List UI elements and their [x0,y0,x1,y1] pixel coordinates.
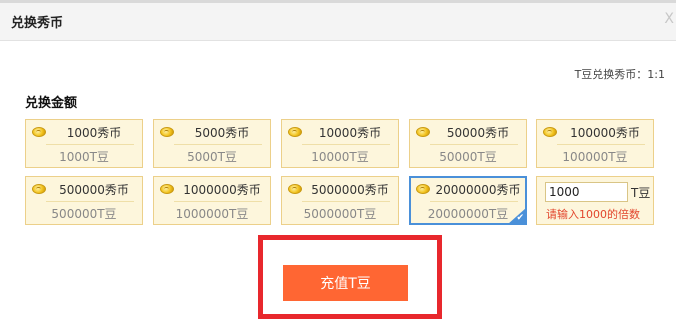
xiubi-row: 10000秀币 [282,121,398,142]
coin-icon [160,184,174,194]
option-tile[interactable]: 100000秀币 100000T豆 [536,119,654,168]
option-tile[interactable]: 50000秀币 50000T豆 [409,119,527,168]
coin-icon [160,127,174,137]
option-tile[interactable]: 5000000秀币 5000000T豆 [281,176,399,225]
xiubi-row: 5000秀币 [154,121,270,142]
custom-amount-hint: 请输入1000的倍数 [546,208,640,221]
coin-icon [32,127,46,137]
xiubi-row: 1000秀币 [26,121,142,142]
coin-icon [32,184,46,194]
option-tile[interactable]: 1000000秀币 1000000T豆 [153,176,271,225]
coin-icon [543,127,557,137]
xiubi-amount: 100000秀币 [570,126,640,140]
xiubi-amount: 500000秀币 [59,183,129,197]
tile-divider [174,144,262,145]
option-tile-selected[interactable]: 20000000秀币 20000000T豆 ✔ [409,176,527,225]
tdou-amount: 10000T豆 [311,150,369,164]
custom-amount-box: T豆 请输入1000的倍数 [536,176,654,225]
tdou-amount: 5000T豆 [187,150,237,164]
xiubi-row: 5000000秀币 [282,178,398,199]
tdou-amount: 1000T豆 [59,150,109,164]
xiubi-row: 20000000秀币 [410,178,526,199]
option-tile[interactable]: 500000秀币 500000T豆 [25,176,143,225]
tile-divider [302,201,390,202]
xiubi-amount: 1000000秀币 [183,183,261,197]
custom-amount-input[interactable] [545,182,628,202]
tile-divider [557,144,645,145]
tdou-amount: 100000T豆 [562,150,628,164]
tdou-amount: 50000T豆 [439,150,497,164]
tdou-amount: 1000000T豆 [175,207,249,221]
coin-icon [288,184,302,194]
xiubi-amount: 50000秀币 [446,126,510,140]
check-icon: ✔ [508,208,526,224]
custom-amount-unit: T豆 [631,186,651,200]
tile-divider [430,144,518,145]
xiubi-row: 100000秀币 [537,121,653,142]
xiubi-amount: 5000秀币 [194,126,250,140]
tile-divider [430,201,518,202]
exchange-ratio: T豆兑换秀币：1:1 [574,68,665,81]
xiubi-row: 1000000秀币 [154,178,270,199]
dialog-title: 兑换秀币 [11,16,64,31]
option-tile[interactable]: 10000秀币 10000T豆 [281,119,399,168]
xiubi-amount: 5000000秀币 [311,183,389,197]
xiubi-amount: 20000000秀币 [435,183,521,197]
coin-icon [416,127,430,137]
tdou-amount: 500000T豆 [51,207,117,221]
tile-divider [46,144,134,145]
close-icon[interactable]: X [664,11,674,27]
dialog-header: 兑换秀币 X [0,3,676,41]
option-tile[interactable]: 5000秀币 5000T豆 [153,119,271,168]
xiubi-amount: 1000秀币 [66,126,122,140]
tile-divider [174,201,262,202]
xiubi-row: 50000秀币 [410,121,526,142]
xiubi-amount: 10000秀币 [318,126,382,140]
option-tile[interactable]: 1000秀币 1000T豆 [25,119,143,168]
recharge-button[interactable]: 充值T豆 [283,265,408,301]
tdou-amount: 5000000T豆 [303,207,377,221]
tile-divider [46,201,134,202]
amount-label: 兑换金额 [25,96,78,111]
coin-icon [288,127,302,137]
coin-icon [416,184,430,194]
tile-divider [302,144,390,145]
xiubi-row: 500000秀币 [26,178,142,199]
